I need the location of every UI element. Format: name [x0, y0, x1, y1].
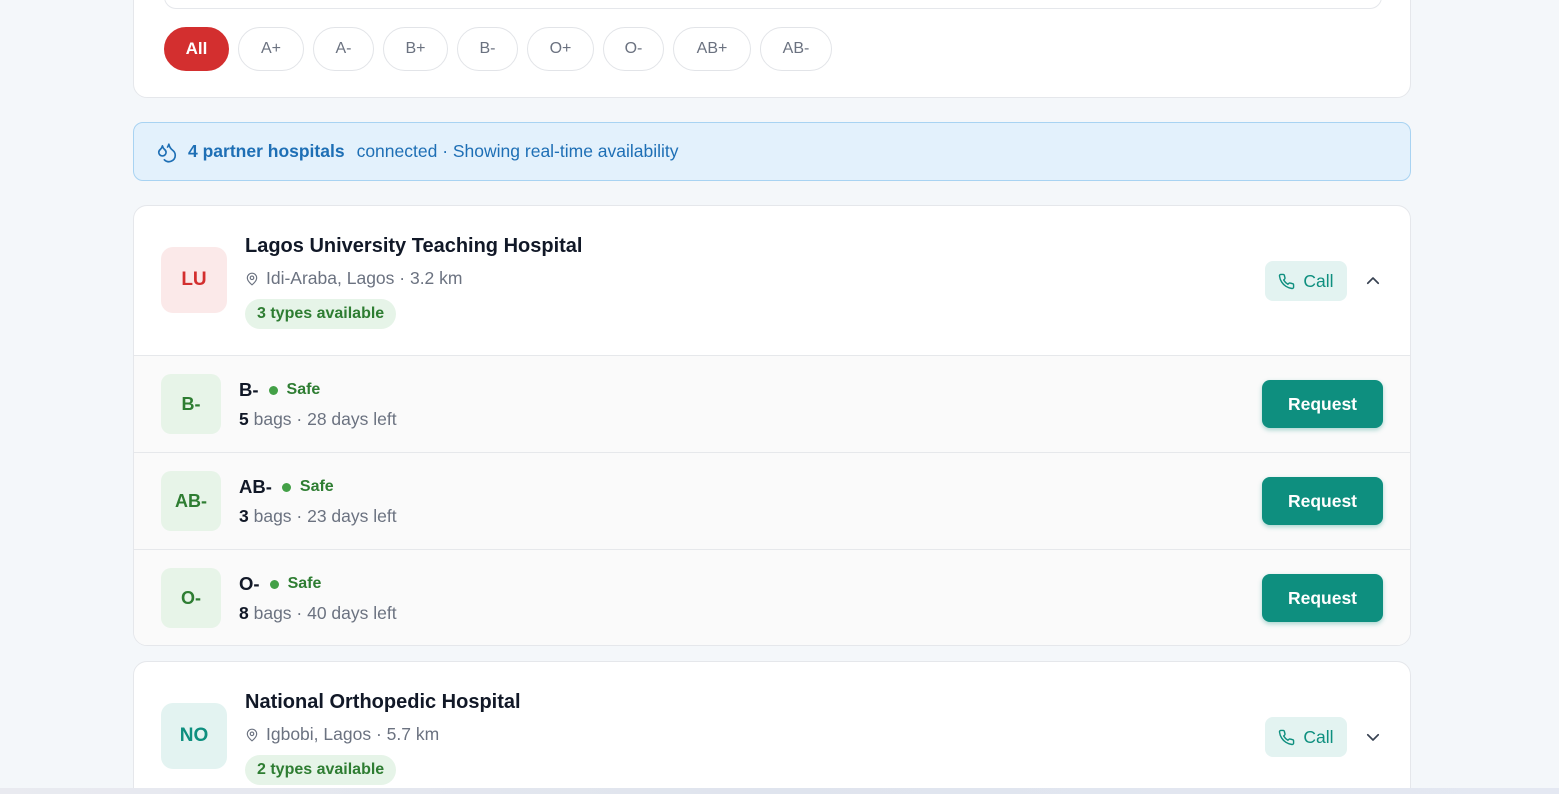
stock-details: 5 bags · 28 days left: [239, 409, 397, 430]
blood-drops-icon: [157, 142, 177, 162]
call-button[interactable]: Call: [1265, 717, 1347, 757]
hospital-avatar: LU: [161, 247, 227, 313]
filter-chip-ab-positive[interactable]: AB+: [673, 27, 751, 71]
blood-type-line: AB- Safe: [239, 476, 334, 498]
availability-text: connected · Showing real-time availabili…: [356, 141, 679, 161]
call-button[interactable]: Call: [1265, 261, 1347, 301]
blood-type-badge: O-: [161, 568, 221, 628]
map-pin-icon: [246, 272, 258, 286]
hospital-card-header[interactable]: NO National Orthopedic Hospital Igbobi, …: [134, 662, 1410, 794]
status-label: Safe: [299, 478, 334, 495]
hospital-card: NO National Orthopedic Hospital Igbobi, …: [133, 661, 1411, 794]
call-label: Call: [1303, 726, 1334, 747]
stock-detail-text: bags · 40 days left: [253, 603, 397, 623]
phone-icon: [1279, 729, 1295, 745]
filter-chip-b-negative[interactable]: B-: [457, 27, 518, 71]
partner-count-text: 4 partner hospitals: [188, 141, 345, 161]
filter-chip-all[interactable]: All: [164, 27, 229, 71]
status-dot: [268, 385, 278, 395]
chevron-down-icon[interactable]: [1363, 728, 1383, 746]
hospital-avatar: NO: [161, 703, 227, 769]
partner-hospitals-banner: 4 partner hospitals connected · Showing …: [133, 122, 1411, 181]
request-button[interactable]: Request: [1262, 380, 1383, 428]
blood-type-chips: All A+ A- B+ B- O+ O- AB+ AB-: [164, 27, 832, 71]
request-button[interactable]: Request: [1262, 477, 1383, 525]
blood-type-badge: B-: [161, 374, 221, 434]
filter-chip-ab-negative[interactable]: AB-: [760, 27, 832, 71]
map-pin-icon: [246, 728, 258, 742]
stock-detail-text: bags · 28 days left: [253, 409, 397, 429]
hospital-location-text: Igbobi, Lagos · 5.7 km: [266, 724, 440, 744]
bag-count: 3: [239, 506, 249, 526]
blood-type-line: O- Safe: [239, 573, 321, 595]
search-field-edge[interactable]: [164, 0, 1382, 9]
request-button[interactable]: Request: [1262, 574, 1383, 622]
stock-detail-text: bags · 23 days left: [253, 506, 397, 526]
hospital-location: Idi-Araba, Lagos · 3.2 km: [245, 268, 462, 289]
call-label: Call: [1303, 270, 1334, 291]
blood-type-line: B- Safe: [239, 379, 320, 401]
bag-count: 5: [239, 409, 249, 429]
hospital-card-header[interactable]: LU Lagos University Teaching Hospital Id…: [134, 206, 1410, 355]
filter-chip-a-positive[interactable]: A+: [238, 27, 304, 71]
status-dot: [269, 579, 279, 589]
blood-stock-row: O- O- Safe 8 bags · 40 days left Request: [134, 549, 1410, 645]
hospital-location: Igbobi, Lagos · 5.7 km: [245, 724, 439, 745]
phone-icon: [1279, 273, 1295, 289]
window-bottom-edge: [0, 788, 1559, 794]
bag-count: 8: [239, 603, 249, 623]
filter-chip-a-negative[interactable]: A-: [313, 27, 374, 71]
hospital-name: National Orthopedic Hospital: [245, 691, 521, 713]
filter-chip-o-negative[interactable]: O-: [603, 27, 664, 71]
hospital-card: LU Lagos University Teaching Hospital Id…: [133, 205, 1411, 646]
filter-chip-o-positive[interactable]: O+: [527, 27, 594, 71]
hospital-name: Lagos University Teaching Hospital: [245, 235, 583, 257]
hospital-location-text: Idi-Araba, Lagos · 3.2 km: [266, 268, 463, 288]
status-label: Safe: [286, 381, 321, 398]
status-dot: [281, 482, 291, 492]
blood-type-label: AB-: [239, 476, 272, 497]
blood-type-label: O-: [239, 573, 260, 594]
stock-details: 3 bags · 23 days left: [239, 506, 397, 527]
types-available-badge: 3 types available: [245, 299, 397, 329]
status-label: Safe: [287, 575, 322, 592]
blood-stock-row: AB- AB- Safe 3 bags · 23 days left Reque…: [134, 452, 1410, 549]
stock-details: 8 bags · 40 days left: [239, 603, 397, 624]
blood-type-filter-card: All A+ A- B+ B- O+ O- AB+ AB-: [133, 0, 1411, 98]
chevron-up-icon[interactable]: [1363, 272, 1383, 290]
filter-chip-b-positive[interactable]: B+: [383, 27, 448, 71]
blood-type-badge: AB-: [161, 471, 221, 531]
blood-stock-row: B- B- Safe 5 bags · 28 days left Request: [134, 355, 1410, 452]
blood-type-label: B-: [239, 379, 259, 400]
types-available-badge: 2 types available: [245, 755, 397, 785]
